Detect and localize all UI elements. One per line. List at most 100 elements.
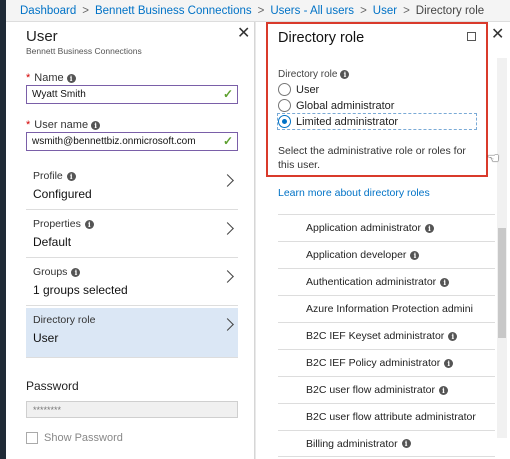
radio-button[interactable] — [278, 83, 291, 96]
breadcrumb-separator: > — [403, 4, 410, 17]
list-item[interactable]: Azure Information Protection admini — [278, 295, 495, 322]
chevron-right-icon — [221, 270, 234, 283]
nav-item-groups[interactable]: Groups i 1 groups selected — [26, 260, 238, 306]
list-item[interactable]: B2C IEF Policy administrator i — [278, 349, 495, 376]
role-list-scrollbar[interactable] — [497, 58, 507, 438]
name-label: * Name i — [26, 72, 76, 84]
radio-label: Global administrator — [296, 99, 395, 112]
directory-role-panel: Directory role Directory role i User Glo… — [266, 22, 488, 177]
radio-option-global-administrator[interactable]: Global administrator — [278, 99, 394, 112]
close-user-blade-icon[interactable]: ✕ — [237, 26, 250, 42]
radio-button-checked[interactable] — [278, 115, 291, 128]
name-label-text: Name — [34, 72, 64, 84]
show-password-toggle[interactable]: Show Password — [26, 432, 123, 444]
nav-item-profile[interactable]: Profile i Configured — [26, 164, 238, 210]
username-input-value: wsmith@bennettbiz.onmicrosoft.com — [32, 136, 196, 147]
nav-label: Directory role — [33, 314, 95, 326]
show-password-checkbox[interactable] — [26, 432, 38, 444]
list-item[interactable]: Application administrator i — [278, 214, 495, 241]
list-item[interactable]: B2C user flow attribute administrator — [278, 403, 495, 430]
info-icon[interactable]: i — [410, 250, 420, 260]
info-icon[interactable]: i — [448, 331, 458, 341]
chevron-right-icon — [221, 222, 234, 235]
nav-label-text: Groups — [33, 266, 68, 278]
maximize-icon[interactable] — [467, 32, 476, 41]
info-icon[interactable]: i — [440, 277, 450, 287]
breadcrumb-all-users[interactable]: Users - All users — [270, 5, 354, 17]
info-icon[interactable]: i — [66, 171, 76, 181]
role-name: B2C user flow administrator — [306, 384, 435, 396]
valid-check-icon: ✓ — [222, 87, 233, 101]
username-label-text: User name — [34, 119, 89, 131]
password-value: ******** — [33, 404, 62, 415]
user-blade-subtitle: Bennett Business Connections — [26, 46, 142, 56]
info-icon[interactable]: i — [71, 267, 81, 277]
nav-item-directory-role[interactable]: Directory role User — [26, 308, 238, 358]
nav-value: Default — [33, 235, 72, 249]
info-icon[interactable]: i — [444, 358, 454, 368]
password-label: Password — [26, 379, 79, 393]
nav-label: Properties i — [33, 218, 94, 230]
required-marker: * — [26, 72, 31, 84]
list-item[interactable]: B2C user flow administrator i — [278, 376, 495, 403]
nav-label-text: Properties — [33, 218, 81, 230]
close-role-blade-icon[interactable]: ✕ — [491, 27, 504, 43]
radio-option-user[interactable]: User — [278, 83, 319, 96]
list-item[interactable]: Authentication administrator i — [278, 268, 495, 295]
breadcrumb-separator: > — [257, 4, 265, 17]
role-name: Billing administrator — [306, 437, 398, 450]
list-item[interactable]: Billing administrator i — [278, 430, 495, 457]
info-icon[interactable]: i — [91, 120, 101, 130]
info-icon[interactable]: i — [84, 219, 94, 229]
list-item[interactable]: Application developer i — [278, 241, 495, 268]
password-input[interactable]: ******** — [26, 401, 238, 418]
role-name: Authentication administrator — [306, 276, 437, 288]
radio-label: User — [296, 83, 320, 96]
nav-value: Configured — [33, 187, 92, 201]
breadcrumb-separator: > — [360, 4, 367, 17]
valid-check-icon: ✓ — [222, 134, 233, 148]
info-icon[interactable]: i — [424, 223, 434, 233]
nav-label-text: Profile — [33, 170, 63, 182]
role-name: B2C IEF Keyset administrator — [306, 330, 445, 342]
directory-role-field-label: Directory role i — [278, 69, 350, 80]
breadcrumb-tenant[interactable]: Bennett Business Connections — [95, 5, 252, 17]
radio-label: Limited administrator — [296, 115, 399, 128]
directory-role-description: Select the administrative role or roles … — [278, 145, 466, 171]
directory-role-label-text: Directory role — [278, 69, 338, 80]
directory-role-title: Directory role — [278, 30, 365, 46]
nav-value: 1 groups selected — [33, 283, 128, 297]
radio-option-limited-administrator[interactable]: Limited administrator — [277, 113, 477, 130]
nav-label: Profile i — [33, 170, 76, 182]
chevron-right-icon — [221, 318, 234, 331]
role-name: Application administrator — [306, 222, 421, 234]
role-name: B2C user flow attribute administrator — [306, 411, 476, 423]
nav-label-text: Directory role — [33, 314, 96, 326]
name-input-value: Wyatt Smith — [32, 89, 86, 100]
name-input[interactable]: Wyatt Smith ✓ — [26, 85, 238, 104]
info-icon[interactable]: i — [401, 439, 411, 448]
nav-label: Groups i — [33, 266, 81, 278]
username-label: * User name i — [26, 119, 101, 131]
nav-value: User — [33, 331, 59, 345]
username-input[interactable]: wsmith@bennettbiz.onmicrosoft.com ✓ — [26, 132, 238, 151]
breadcrumb-separator: > — [82, 4, 89, 17]
nav-item-properties[interactable]: Properties i Default — [26, 212, 238, 258]
radio-button[interactable] — [278, 99, 291, 112]
info-icon[interactable]: i — [340, 70, 350, 79]
user-blade-title: User — [26, 28, 58, 45]
info-icon[interactable]: i — [438, 385, 448, 395]
breadcrumb-user[interactable]: User — [373, 5, 397, 17]
info-icon[interactable]: i — [66, 73, 76, 83]
breadcrumb: Dashboard > Bennett Business Connections… — [6, 0, 510, 22]
learn-more-link[interactable]: Learn more about directory roles — [278, 187, 430, 199]
admin-role-list: Application administrator i Application … — [278, 214, 495, 457]
show-password-label: Show Password — [44, 432, 123, 444]
scrollbar-thumb[interactable] — [498, 228, 506, 338]
breadcrumb-dashboard[interactable]: Dashboard — [20, 5, 76, 17]
role-name: Azure Information Protection admini — [306, 303, 473, 315]
required-marker: * — [26, 119, 31, 131]
user-blade: User Bennett Business Connections ✕ * Na… — [6, 22, 255, 459]
list-item[interactable]: B2C IEF Keyset administrator i — [278, 322, 495, 349]
breadcrumb-directory-role: Directory role — [415, 4, 485, 17]
